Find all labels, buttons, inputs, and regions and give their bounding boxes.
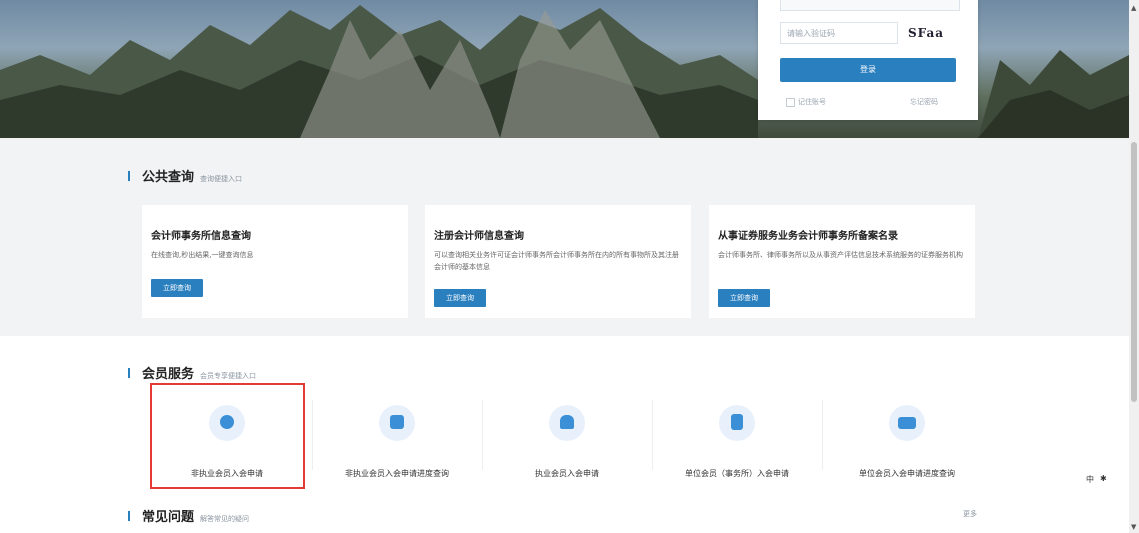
faq-title: 常见问题 — [142, 510, 195, 525]
heading-accent-bar — [128, 511, 130, 521]
service-label: 单位会员入会申请进度查询 — [859, 469, 955, 478]
service-label: 执业会员入会申请 — [535, 469, 599, 478]
selection-highlight — [150, 383, 305, 489]
service-firm-apply[interactable]: 单位会员（事务所）入会申请 — [652, 387, 822, 492]
query-now-button[interactable]: 立即查询 — [151, 279, 203, 297]
id-card-icon — [889, 405, 925, 441]
heading-accent-bar — [128, 171, 130, 181]
forgot-password-link[interactable]: 忘记密码 — [910, 97, 938, 107]
faq-more-link[interactable]: 更多 — [963, 509, 977, 519]
card-desc: 会计师事务所、律师事务所以及从事资产评估信息技术系统服务的证券服务机构 — [718, 251, 963, 259]
username-field-edge[interactable] — [780, 0, 960, 11]
monitor-icon — [379, 405, 415, 441]
ime-lang[interactable]: 中 — [1086, 474, 1094, 485]
card-title: 从事证券服务业务会计师事务所备案名录 — [718, 231, 898, 242]
member-service-title: 会员服务 — [142, 367, 195, 382]
query-now-button[interactable]: 立即查询 — [718, 289, 770, 307]
card-title: 会计师事务所信息查询 — [151, 231, 251, 242]
faq-subtitle: 解答常见的疑问 — [200, 515, 250, 523]
hero-banner: 请输入验证码 SFaa 登录 记住账号 忘记密码 — [0, 0, 1129, 138]
service-label: 单位会员（事务所）入会申请 — [685, 469, 789, 478]
heading-accent-bar — [128, 368, 130, 378]
scroll-thumb[interactable] — [1131, 142, 1137, 402]
card-title: 注册会计师信息查询 — [434, 231, 524, 242]
remember-label: 记住账号 — [798, 98, 826, 106]
query-card-securities: 从事证券服务业务会计师事务所备案名录 会计师事务所、律师事务所以及从事资产评估信… — [709, 205, 975, 318]
scroll-down-icon[interactable]: ▼ — [1131, 523, 1136, 531]
service-label: 非执业会员入会申请进度查询 — [345, 469, 449, 478]
captcha-image[interactable]: SFaa — [908, 20, 958, 46]
card-desc: 在线查询,秒出结果,一键查询信息 — [151, 251, 254, 259]
document-icon — [719, 405, 755, 441]
scroll-up-icon[interactable]: ▲ — [1131, 4, 1136, 12]
member-service-subtitle: 会员专享便捷入口 — [200, 372, 257, 380]
public-query-subtitle: 查询便捷入口 — [200, 175, 243, 183]
page-scrollbar[interactable]: ▲ ▼ — [1129, 0, 1139, 533]
service-practicing-apply[interactable]: 执业会员入会申请 — [482, 387, 652, 492]
remember-checkbox[interactable] — [786, 97, 795, 107]
captcha-input[interactable]: 请输入验证码 — [780, 22, 898, 44]
query-card-firm: 会计师事务所信息查询 在线查询,秒出结果,一键查询信息 立即查询 — [142, 205, 408, 318]
service-firm-progress[interactable]: 单位会员入会申请进度查询 — [822, 387, 992, 492]
faq-heading: 常见问题 解答常见的疑问 — [128, 506, 249, 525]
query-now-button[interactable]: 立即查询 — [434, 289, 486, 307]
login-button[interactable]: 登录 — [780, 58, 956, 82]
public-query-title: 公共查询 — [142, 170, 195, 185]
member-service-heading: 会员服务 会员专享便捷入口 — [128, 363, 256, 382]
public-query-heading: 公共查询 查询便捷入口 — [128, 166, 242, 185]
card-desc: 可以查询相关业务许可证会计师事务所会计师事务所在内的所有事物所及其注册会计师的基… — [434, 251, 679, 271]
ime-tray[interactable]: 中 ✱ — [1086, 474, 1107, 485]
ime-settings-icon[interactable]: ✱ — [1100, 474, 1107, 485]
service-nonpracticing-progress[interactable]: 非执业会员入会申请进度查询 — [312, 387, 482, 492]
remember-account[interactable]: 记住账号 — [786, 97, 826, 107]
person-tie-icon — [549, 405, 585, 441]
query-card-cpa: 注册会计师信息查询 可以查询相关业务许可证会计师事务所会计师事务所在内的所有事物… — [425, 205, 691, 318]
login-panel: 请输入验证码 SFaa 登录 记住账号 忘记密码 — [758, 0, 978, 120]
